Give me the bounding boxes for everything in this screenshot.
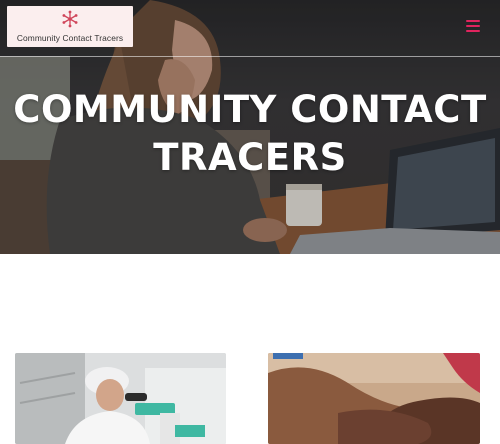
snowflake-network-icon <box>62 10 78 28</box>
card-image-holding-hands[interactable] <box>268 353 480 444</box>
hero-title-line-2: TRACERS <box>153 136 347 179</box>
hamburger-menu-icon[interactable] <box>466 20 480 32</box>
site-header: Community Contact Tracers <box>0 0 500 57</box>
card-image-lab-scientist[interactable] <box>15 353 226 444</box>
holding-hands-photo <box>268 353 480 444</box>
lab-scientist-microscope-photo <box>15 353 226 444</box>
hero-title-line-1: COMMUNITY CONTACT <box>13 88 487 131</box>
logo-text: Community Contact Tracers <box>16 33 124 43</box>
hero-banner: Community Contact Tracers COMMUNITY CONT… <box>0 0 500 254</box>
site-logo[interactable]: Community Contact Tracers <box>7 6 133 47</box>
page-title: COMMUNITY CONTACT TRACERS <box>0 86 500 182</box>
